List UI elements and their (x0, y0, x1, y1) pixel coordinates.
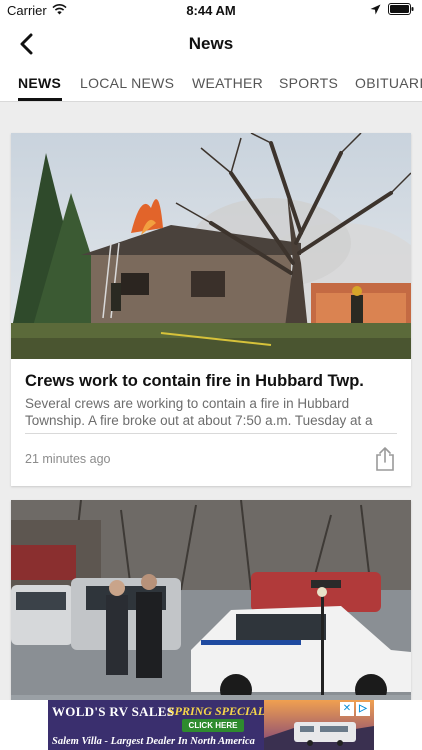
article-card[interactable] (11, 500, 411, 700)
article-summary: Several crews are working to contain a f… (25, 396, 373, 428)
tab-obituaries[interactable]: OBITUARIES (355, 75, 422, 91)
back-button[interactable] (12, 30, 40, 58)
divider (25, 433, 397, 434)
article-photo-police-scene[interactable] (11, 500, 411, 700)
ad-rv-sales[interactable]: WOLD'S RV SALES SPRING SPECIAL CLICK HER… (48, 700, 374, 750)
active-tab-indicator (18, 98, 62, 101)
article-card[interactable]: Crews work to contain fire in Hubbard Tw… (11, 133, 411, 486)
article-headline[interactable]: Crews work to contain fire in Hubbard Tw… (25, 372, 397, 391)
ad-cta-button[interactable]: CLICK HERE (182, 719, 244, 732)
status-right (370, 3, 414, 18)
tab-sports[interactable]: SPORTS (279, 75, 338, 91)
ad-special: SPRING SPECIAL (168, 704, 266, 718)
tab-local-news[interactable]: LOCAL NEWS (80, 75, 174, 91)
battery-icon (388, 3, 414, 18)
tab-news[interactable]: NEWS (18, 75, 61, 91)
status-time: 8:44 AM (186, 3, 236, 18)
location-arrow-icon (370, 3, 381, 18)
page-title: News (188, 34, 234, 53)
ad-banner: WOLD'S RV SALES SPRING SPECIAL CLICK HER… (0, 700, 422, 750)
ad-choices-icon[interactable]: ▷ (356, 702, 370, 716)
share-button[interactable] (373, 446, 397, 472)
article-timestamp: 21 minutes ago (25, 452, 111, 466)
ad-close-icon[interactable]: ✕ (340, 702, 354, 716)
share-icon (376, 447, 394, 471)
back-chevron-icon (20, 33, 33, 55)
ad-tagline: Salem Villa - Largest Dealer In North Am… (52, 736, 255, 747)
status-bar: Carrier 8:44 AM (0, 0, 422, 22)
section-tabs: NEWS LOCAL NEWS WEATHER SPORTS OBITUARIE… (0, 66, 422, 102)
nav-bar: News (0, 22, 422, 66)
article-photo-house-fire[interactable] (11, 133, 411, 359)
ad-brand: WOLD'S RV SALES (52, 704, 175, 719)
tab-weather[interactable]: WEATHER (192, 75, 263, 91)
